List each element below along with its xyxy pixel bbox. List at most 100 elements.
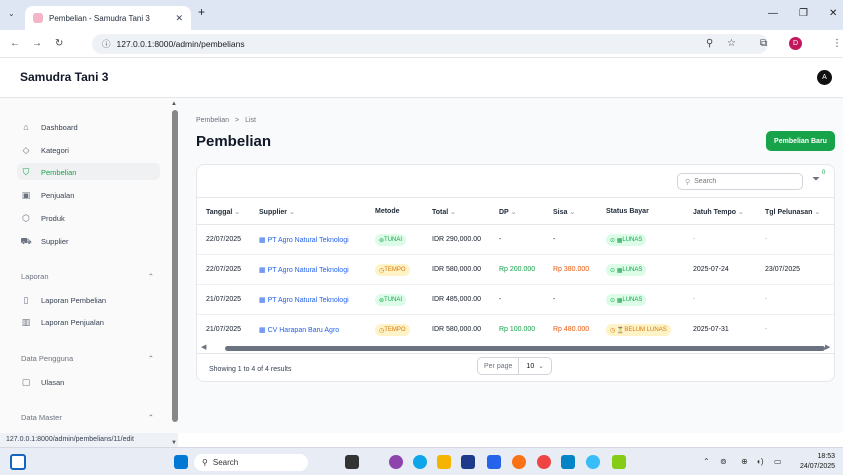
firefox-icon[interactable]: [512, 455, 526, 469]
minimize-button[interactable]: —: [768, 8, 778, 19]
scroll-left-icon[interactable]: ◀: [201, 343, 206, 351]
col-tgl-pelunasan[interactable]: Tgl Pelunasan ⌄: [765, 208, 820, 216]
breadcrumb-leaf: List: [245, 117, 256, 124]
col-tanggal[interactable]: Tanggal ⌄: [206, 208, 240, 216]
cell-supplier[interactable]: ▦ PT Agro Natural Teknologi: [259, 266, 349, 274]
app-blue-icon[interactable]: [561, 455, 575, 469]
zoom-icon[interactable]: ⚲: [706, 38, 713, 49]
new-tab-button[interactable]: +: [198, 5, 205, 19]
sort-icon: ⌄: [569, 209, 576, 216]
reload-icon[interactable]: ↻: [55, 38, 63, 49]
app-icon[interactable]: [389, 455, 403, 469]
app-lambda-icon[interactable]: [612, 455, 626, 469]
widgets-icon[interactable]: [10, 454, 26, 470]
filter-icon: ⏷: [812, 174, 820, 185]
battery-icon[interactable]: ▭: [774, 457, 782, 466]
url-field[interactable]: ⓘ 127.0.0.1:8000/admin/pembelians: [92, 34, 768, 54]
sidebar-item-laporan-pembelian[interactable]: ▯ Laporan Pembelian: [20, 291, 107, 309]
task-view-icon[interactable]: [345, 455, 359, 469]
scroll-down-icon[interactable]: ▼: [171, 440, 177, 446]
extensions-icon[interactable]: ⧉: [760, 38, 767, 49]
menu-dots-icon[interactable]: ⋮: [832, 38, 842, 49]
sidebar-item-penjualan[interactable]: ▣ Penjualan: [20, 186, 75, 204]
brand-title[interactable]: Samudra Tani 3: [20, 70, 108, 84]
restore-button[interactable]: ❐: [799, 8, 808, 19]
cell-tgl-pelunasan: 23/07/2025: [765, 266, 801, 273]
breadcrumb-root[interactable]: Pembelian: [196, 117, 229, 124]
bookmark-star-icon[interactable]: ☆: [727, 38, 736, 49]
sidebar-item-produk[interactable]: ⬡ Produk: [20, 209, 65, 227]
taskbar-search[interactable]: ⚲ Search: [194, 454, 308, 471]
table-row[interactable]: 22/07/2025 ▦ PT Agro Natural Teknologi ⊚…: [197, 225, 834, 255]
col-dp[interactable]: DP ⌄: [499, 208, 516, 216]
col-label: Tgl Pelunasan: [765, 209, 813, 216]
pagination-summary: Showing 1 to 4 of 4 results: [209, 366, 292, 373]
cell-total: IDR 580,000.00: [432, 326, 482, 333]
table-horizontal-scrollbar[interactable]: [225, 346, 825, 351]
chart-bar-icon: ▥: [21, 317, 31, 327]
table-row[interactable]: 21/07/2025 ▦ PT Agro Natural Teknologi ⊚…: [197, 285, 834, 315]
sidebar-item-supplier[interactable]: ⛟ Supplier: [20, 232, 68, 250]
clock-time: 18:53: [817, 453, 836, 460]
scroll-right-icon[interactable]: ▶: [825, 343, 830, 351]
profile-avatar-icon[interactable]: D: [789, 37, 802, 50]
close-tab-icon[interactable]: ✕: [175, 13, 183, 24]
cell-total: IDR 580,000.00: [432, 266, 482, 273]
store-icon[interactable]: [461, 455, 475, 469]
cell-supplier[interactable]: ▦ PT Agro Natural Teknologi: [259, 296, 349, 304]
user-avatar[interactable]: A: [817, 70, 832, 85]
app-l-icon[interactable]: [487, 455, 501, 469]
supplier-label: PT Agro Natural Teknologi: [267, 267, 349, 274]
badge-label: TUNAI: [384, 297, 403, 303]
sidebar-item-kategori[interactable]: ◇ Kategori: [20, 141, 69, 159]
table-row[interactable]: 21/07/2025 ▦ CV Harapan Baru Agro ◷ TEMP…: [197, 315, 834, 345]
cube-icon: ⬡: [22, 213, 30, 223]
tray-chevron-icon[interactable]: ⌃: [703, 457, 710, 466]
start-icon[interactable]: [174, 455, 188, 469]
filter-button[interactable]: ⏷ 0: [812, 170, 825, 185]
sidebar-item-laporan-penjualan[interactable]: ▥ Laporan Penjualan: [20, 313, 104, 331]
cell-dp: Rp 200.000: [499, 266, 536, 273]
sidebar-group-laporan[interactable]: Laporan ⌃: [21, 272, 154, 281]
col-sisa[interactable]: Sisa ⌄: [553, 208, 575, 216]
cell-supplier[interactable]: ▦ CV Harapan Baru Agro: [259, 326, 339, 334]
forward-icon[interactable]: →: [32, 38, 42, 49]
tab-search-icon[interactable]: ⌄: [8, 9, 15, 18]
cell-dp: -: [499, 236, 502, 243]
search-icon: ⚲: [685, 178, 691, 186]
tray-app-icon[interactable]: ⊚: [720, 457, 727, 466]
col-supplier[interactable]: Supplier ⌄: [259, 208, 295, 216]
search-input-wrap[interactable]: ⚲: [677, 173, 803, 190]
volume-icon[interactable]: ◖): [756, 457, 764, 466]
filter-count-badge: 0: [822, 170, 826, 176]
per-page-value[interactable]: 10 ⌄: [519, 362, 551, 371]
search-input[interactable]: [694, 178, 795, 185]
sidebar-item-label: Kategori: [41, 145, 69, 155]
sidebar-group-data-master[interactable]: Data Master ⌃: [21, 413, 154, 422]
taskbar-clock[interactable]: 18:53 24/07/2025: [800, 452, 835, 472]
truck-icon: ⛟: [20, 236, 32, 246]
back-icon[interactable]: ←: [10, 38, 20, 49]
browser-tab[interactable]: Pembelian - Samudra Tani 3 ✕: [25, 6, 191, 30]
per-page-select[interactable]: Per page 10 ⌄: [477, 357, 552, 375]
app-cyan-icon[interactable]: [586, 455, 600, 469]
col-jatuh-tempo[interactable]: Jatuh Tempo ⌄: [693, 208, 744, 216]
sidebar-item-ulasan[interactable]: ▢ Ulasan: [20, 373, 65, 391]
scroll-up-icon[interactable]: ▲: [171, 101, 177, 107]
app-header: Samudra Tani 3 A: [0, 58, 843, 98]
per-page-label: Per page: [478, 358, 520, 374]
edge-icon[interactable]: [413, 455, 427, 469]
badge-label: TEMPO: [384, 267, 406, 273]
sidebar-item-pembelian[interactable]: ⛉ Pembelian: [20, 163, 77, 181]
file-explorer-icon[interactable]: [437, 455, 451, 469]
new-purchase-button[interactable]: Pembelian Baru: [766, 131, 835, 151]
sidebar-group-data-pengguna[interactable]: Data Pengguna ⌃: [21, 354, 154, 363]
network-icon[interactable]: ⊕: [741, 457, 748, 466]
cell-supplier[interactable]: ▦ PT Agro Natural Teknologi: [259, 236, 349, 244]
col-total[interactable]: Total ⌄: [432, 208, 456, 216]
table-row[interactable]: 22/07/2025 ▦ PT Agro Natural Teknologi ◷…: [197, 255, 834, 285]
cell-sisa: Rp 480.000: [553, 326, 590, 333]
chrome-icon[interactable]: [537, 455, 551, 469]
close-window-button[interactable]: ✕: [829, 8, 837, 19]
sidebar-item-dashboard[interactable]: ⌂ Dashboard: [20, 118, 77, 136]
